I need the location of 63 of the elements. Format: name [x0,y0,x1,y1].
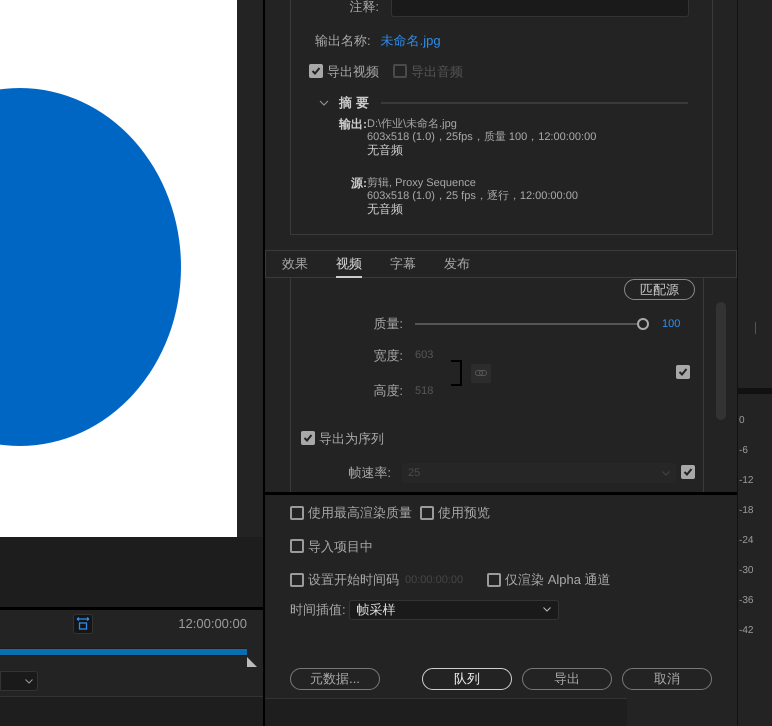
checkbox[interactable] [301,431,315,446]
field-label: 质量: [372,315,403,333]
checkbox-label: 导出为序列 [319,430,384,448]
output-name-link[interactable]: 未命名.jpg [380,31,441,50]
field-label: 帧速率: [347,464,391,482]
field-label: 输出名称: [315,32,371,50]
summary-label: 输出: [338,118,367,132]
slider-thumb[interactable] [637,318,649,330]
summary-label: 源: [350,176,367,192]
checkbox-label: 导入项目中 [308,538,373,556]
dialog-button[interactable]: 队列 [422,668,512,690]
checkbox-label: 使用预览 [438,504,490,522]
chevron-icon [662,470,670,476]
slider-track[interactable] [415,318,649,330]
checkbox[interactable] [487,572,502,587]
field-label: 注释: [348,0,379,14]
meter-label: -30 [739,566,754,576]
dialog-button[interactable]: 导出 [522,668,612,690]
section-title: 摘要 [339,94,373,112]
checkbox[interactable] [681,465,695,479]
meter-label: -24 [739,536,754,546]
checkbox[interactable] [676,365,690,379]
summary-text: 603x518 (1.0)，25 fps，逐行，12:00:00:00 [367,190,578,202]
checkbox[interactable] [420,506,434,520]
checkbox[interactable] [309,64,323,78]
checkbox[interactable] [290,572,304,587]
tab[interactable]: 发布 [444,250,470,278]
meter-label: -18 [739,506,754,516]
dialog-button[interactable]: 元数据... [290,668,380,690]
summary-text: 剪辑, Proxy Sequence [367,176,477,190]
fit-frame-icon[interactable] [73,614,93,634]
chevron-icon [25,678,33,684]
field-label: 高度: [372,382,403,400]
meter-label: -12 [739,476,754,486]
field-label: 时间插值: [290,600,346,619]
chevron-icon[interactable] [319,100,329,106]
tab[interactable]: 字幕 [390,250,416,278]
checkbox-label: 导出视频 [327,62,379,80]
match-source-button[interactable]: 匹配源 [624,279,695,300]
bracket-line [451,360,462,386]
meter-label: -36 [739,596,754,606]
checkbox-label: 使用最高渲染质量 [308,504,412,522]
time-interpolation-dropdown[interactable]: 帧采样 [348,600,559,620]
timecode: 12:00:00:00 [178,615,247,634]
checkbox[interactable] [290,539,304,554]
quality-value[interactable]: 100 [662,316,680,332]
meter-label: 0 [739,416,746,426]
meter-label: -6 [739,446,749,456]
tab[interactable]: 视频 [336,250,362,278]
summary-text: D:\作业\未命名.jpg [367,118,458,130]
summary-text: 无音频 [367,144,404,156]
meter-label: -42 [739,626,754,636]
checkbox[interactable] [290,506,304,520]
summary-text: 603x518 (1.0)，25fps，质量 100，12:00:00:00 [367,130,596,144]
corner-handle-icon[interactable] [247,657,257,667]
dialog-button[interactable]: 取消 [622,668,712,690]
tab[interactable]: 效果 [282,250,308,278]
field-label: 宽度: [372,346,403,364]
checkbox-label: 设置开始时间码 [308,571,399,589]
checkbox-label: 仅渲染 Alpha 通道 [505,571,611,589]
comment-field[interactable] [391,0,689,17]
summary-text: 无音频 [367,202,404,216]
chevron-icon [542,607,551,612]
